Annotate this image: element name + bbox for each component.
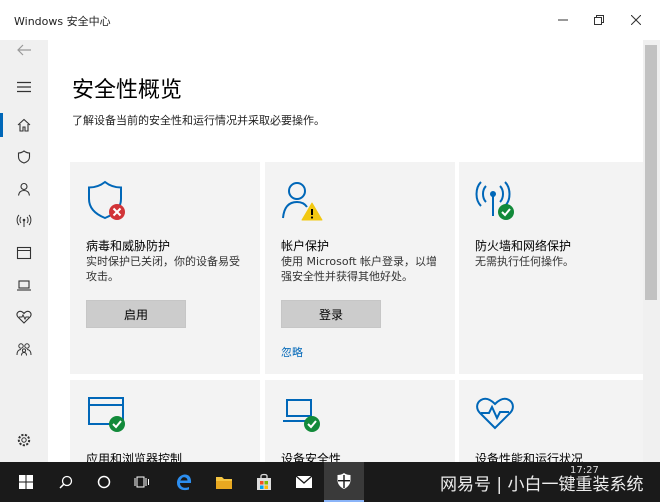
restore-icon bbox=[594, 15, 604, 25]
gear-icon bbox=[17, 433, 31, 447]
title-bar: Windows 安全中心 bbox=[0, 0, 660, 40]
laptop-icon bbox=[17, 280, 31, 291]
family-icon bbox=[16, 343, 32, 356]
card-title: 帐户保护 bbox=[281, 239, 330, 253]
nav-app-browser[interactable] bbox=[10, 241, 38, 265]
card-account-protection[interactable]: 帐户保护 使用 Microsoft 帐户登录，以增强安全性并获得其他好处。 登录… bbox=[265, 162, 455, 374]
sidebar bbox=[0, 40, 48, 462]
edge-browser-icon bbox=[177, 474, 192, 491]
enable-button[interactable]: 启用 bbox=[86, 300, 186, 328]
security-center-taskbar-button[interactable] bbox=[324, 462, 364, 502]
cortana-icon bbox=[97, 475, 111, 489]
scrollbar-thumb[interactable] bbox=[645, 45, 657, 300]
main-content: 安全性概览 了解设备当前的安全性和运行情况并采取必要操作。 病毒和威胁防护 实时… bbox=[48, 40, 643, 462]
minimize-button[interactable] bbox=[548, 6, 578, 34]
close-button[interactable] bbox=[621, 6, 651, 34]
back-arrow-icon bbox=[17, 44, 31, 56]
card-device-performance[interactable]: 设备性能和运行状况 bbox=[459, 380, 643, 462]
nav-device-performance[interactable] bbox=[10, 305, 38, 329]
nav-home[interactable] bbox=[10, 113, 38, 137]
cortana-button[interactable] bbox=[84, 462, 124, 502]
person-warning-icon bbox=[282, 182, 323, 221]
heart-pulse-icon bbox=[16, 310, 32, 324]
browser-ok-icon bbox=[88, 397, 125, 432]
selected-indicator bbox=[0, 113, 3, 137]
nav-device-security[interactable] bbox=[10, 273, 38, 297]
shield-error-icon bbox=[88, 180, 125, 220]
page-subtitle: 了解设备当前的安全性和运行情况并采取必要操作。 bbox=[72, 114, 325, 127]
task-view-icon bbox=[134, 476, 149, 488]
close-icon bbox=[631, 15, 641, 25]
card-virus-protection[interactable]: 病毒和威胁防护 实时保护已关闭，你的设备易受攻击。 启用 bbox=[70, 162, 260, 374]
windows-logo-icon bbox=[19, 475, 33, 489]
menu-button[interactable] bbox=[10, 75, 38, 99]
store-button[interactable] bbox=[244, 462, 284, 502]
store-bag-icon bbox=[257, 473, 271, 490]
card-title: 设备性能和运行状况 bbox=[475, 452, 584, 462]
card-description: 无需执行任何操作。 bbox=[475, 255, 574, 268]
card-title: 应用和浏览器控制 bbox=[86, 452, 183, 462]
nav-firewall[interactable] bbox=[10, 209, 38, 233]
nav-virus-protection[interactable] bbox=[10, 145, 38, 169]
card-title: 防火墙和网络保护 bbox=[475, 239, 572, 253]
nav-settings[interactable] bbox=[10, 428, 38, 452]
shield-icon bbox=[17, 150, 31, 164]
page-title: 安全性概览 bbox=[72, 78, 183, 103]
window-title: Windows 安全中心 bbox=[14, 15, 111, 28]
person-icon bbox=[17, 182, 31, 196]
mail-button[interactable] bbox=[284, 462, 324, 502]
card-device-security[interactable]: 设备安全性 bbox=[265, 380, 455, 462]
mail-icon bbox=[295, 475, 313, 488]
sign-in-button[interactable]: 登录 bbox=[281, 300, 381, 328]
edge-button[interactable] bbox=[164, 462, 204, 502]
card-description: 实时保护已关闭，你的设备易受攻击。 bbox=[86, 255, 240, 283]
dismiss-link[interactable]: 忽略 bbox=[281, 344, 303, 360]
watermark-text: 网易号 | 小白一键重装系统 bbox=[440, 475, 644, 495]
search-button[interactable] bbox=[46, 462, 86, 502]
browser-window-icon bbox=[16, 246, 32, 260]
card-title: 设备安全性 bbox=[281, 452, 342, 462]
nav-account-protection[interactable] bbox=[10, 177, 38, 201]
nav-family-options[interactable] bbox=[10, 337, 38, 361]
minimize-icon bbox=[558, 19, 568, 21]
maximize-button[interactable] bbox=[584, 6, 614, 34]
wireless-icon bbox=[16, 214, 32, 227]
card-app-browser[interactable]: 应用和浏览器控制 bbox=[70, 380, 260, 462]
heart-pulse-ok-icon bbox=[476, 397, 514, 430]
card-title: 病毒和威胁防护 bbox=[86, 239, 171, 253]
folder-icon bbox=[216, 477, 232, 489]
task-view-button[interactable] bbox=[122, 462, 162, 502]
taskbar: 17:27 网易号 | 小白一键重装系统 bbox=[0, 462, 660, 502]
hamburger-icon bbox=[17, 81, 31, 93]
laptop-ok-icon bbox=[283, 399, 320, 432]
file-explorer-button[interactable] bbox=[204, 462, 244, 502]
search-icon bbox=[59, 475, 73, 489]
back-button[interactable] bbox=[10, 38, 38, 62]
card-description: 使用 Microsoft 帐户登录，以增强安全性并获得其他好处。 bbox=[281, 255, 438, 283]
card-firewall[interactable]: 防火墙和网络保护 无需执行任何操作。 bbox=[459, 162, 643, 374]
start-button[interactable] bbox=[6, 462, 46, 502]
home-icon bbox=[17, 118, 31, 132]
shield-app-icon bbox=[337, 473, 351, 489]
wireless-ok-icon bbox=[475, 181, 514, 220]
